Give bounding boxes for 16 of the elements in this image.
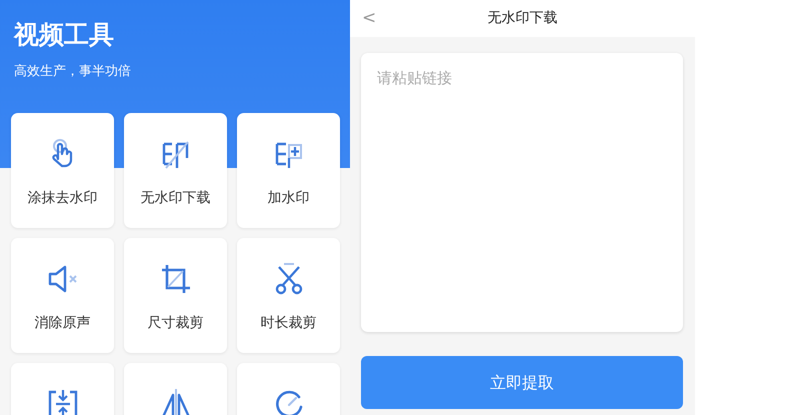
link-input-field[interactable]: 请粘贴链接 bbox=[361, 53, 683, 332]
tool-tile[interactable]: 时长裁剪 bbox=[237, 238, 340, 353]
page-title: 视频工具 bbox=[14, 20, 115, 50]
tool-label: 涂抹去水印 bbox=[28, 189, 98, 208]
tool-label: 无水印下载 bbox=[140, 189, 210, 208]
tool-label: 加水印 bbox=[268, 189, 310, 208]
page-title: 无水印下载 bbox=[488, 9, 558, 28]
tool-tile[interactable]: 消除原声 bbox=[11, 238, 114, 353]
tool-label: 尺寸裁剪 bbox=[148, 314, 204, 333]
tool-label: 时长裁剪 bbox=[260, 314, 316, 333]
tool-tile[interactable]: 加水印 bbox=[237, 113, 340, 228]
tool-tile[interactable]: 尺寸裁剪 bbox=[124, 238, 227, 353]
subtitle: 高效生产，事半功倍 bbox=[14, 63, 132, 81]
tool-label: 消除原声 bbox=[34, 314, 90, 333]
tool-tile[interactable]: 涂抹去水印 bbox=[11, 113, 114, 228]
tool-tile[interactable]: 无水印下载 bbox=[124, 113, 227, 228]
